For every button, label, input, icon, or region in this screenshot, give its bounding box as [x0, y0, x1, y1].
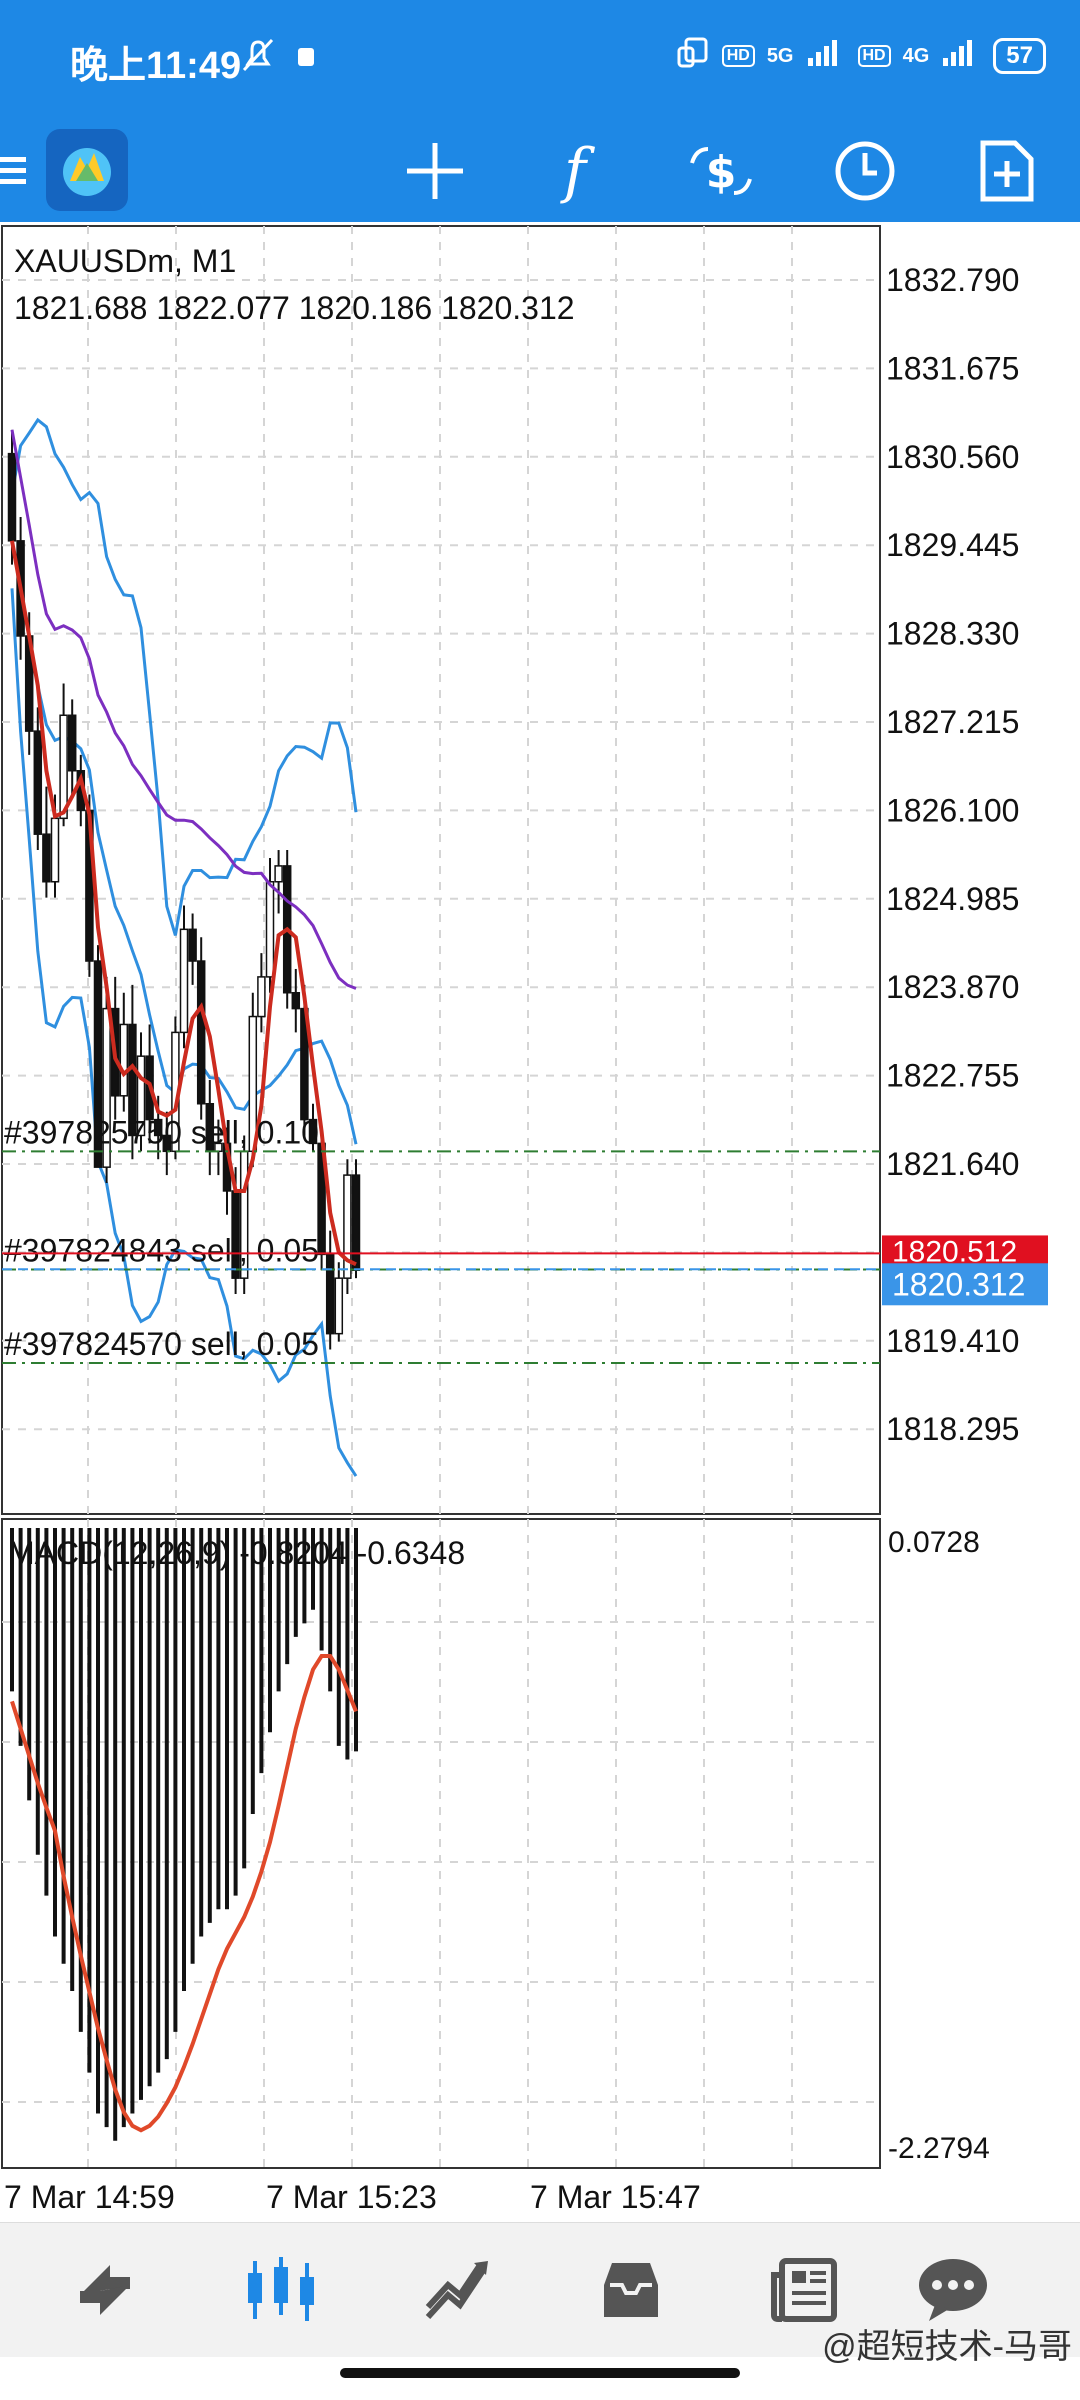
notification-icon — [298, 48, 314, 66]
price-axis-label: 1831.675 — [886, 350, 1019, 386]
candle-body — [196, 960, 206, 1105]
new-order-icon[interactable] — [972, 136, 1042, 206]
candle-body — [351, 1174, 361, 1271]
price-axis-label: 1827.215 — [886, 704, 1019, 740]
price-axis-label: 1829.445 — [886, 527, 1019, 563]
price-axis-label: 1818.295 — [886, 1411, 1019, 1447]
macd-label: MACD(12,26,9) -0.8204 -0.6348 — [8, 1535, 465, 1571]
candle-body — [265, 881, 275, 978]
home-indicator[interactable] — [340, 2368, 740, 2378]
quotes-icon[interactable] — [60, 2245, 150, 2335]
menu-icon[interactable] — [0, 136, 30, 206]
watermark-text: @超短技术-马哥 — [822, 2328, 1072, 2366]
history-icon[interactable] — [586, 2245, 676, 2335]
indicators-icon[interactable]: f — [540, 136, 610, 206]
candle-body — [325, 1253, 335, 1335]
candle-body — [33, 730, 43, 835]
bollinger-upper — [10, 417, 358, 936]
macd-panel — [10, 1528, 358, 2141]
macd-axis-top: 0.0728 — [888, 1526, 980, 1559]
status-icons: HD 5G HD 4G 57 — [676, 36, 1046, 76]
do-not-disturb-icon — [238, 36, 278, 81]
battery-icon: 57 — [993, 38, 1046, 74]
clock: 晚上11:49 — [70, 45, 242, 87]
signal-icon-2 — [941, 38, 981, 74]
price-chart[interactable]: #397825750 sell, 0.10 #397824843 sell, 0.… — [0, 222, 1080, 2222]
network-4g-label: 4G — [902, 44, 930, 67]
candle-body — [334, 1277, 344, 1335]
bottom-navigation: @超短技术-马哥 — [0, 2222, 1080, 2366]
hd-badge-2: HD — [857, 45, 891, 67]
price-axis-label: 1823.870 — [886, 969, 1019, 1005]
symbol-header: XAUUSDm, M1 — [14, 243, 236, 279]
candle-body — [274, 865, 283, 883]
chart-icon[interactable] — [236, 2245, 326, 2335]
time-axis-label: 7 Mar 14:59 — [4, 2179, 175, 2215]
candle-body — [7, 452, 17, 542]
screen-mirror-icon — [676, 36, 710, 76]
svg-text:$: $ — [706, 147, 737, 198]
crosshair-icon[interactable] — [400, 136, 470, 206]
candle-body — [50, 817, 60, 883]
candle-body — [179, 928, 189, 1034]
chart-toolbar: f $ — [0, 118, 1080, 222]
candle-body — [42, 833, 51, 883]
price-axis-label: 1828.330 — [886, 616, 1019, 652]
time-axis-label: 7 Mar 15:23 — [266, 2179, 437, 2215]
candle-body — [188, 928, 197, 962]
chart-area[interactable]: #397825750 sell, 0.10 #397824843 sell, 0.… — [0, 222, 1080, 2215]
price-axis-label: 1824.985 — [886, 881, 1019, 917]
macd-axis-bottom: -2.2794 — [888, 2132, 990, 2165]
order-label: #397824843 sell, 0.05 — [4, 1232, 319, 1268]
price-axis-label: 1826.100 — [886, 792, 1019, 828]
status-bar: 晚上11:49 HD 5G HD 4G 57 — [0, 0, 1080, 118]
mt5-logo[interactable] — [46, 129, 128, 211]
ma-red — [10, 540, 357, 1267]
candle-body — [59, 714, 68, 820]
signal-icon — [806, 38, 846, 74]
ohlc-header: 1821.688 1822.077 1820.186 1820.312 — [14, 290, 575, 326]
network-5g-label: 5G — [766, 44, 794, 67]
price-axis-label: 1821.640 — [886, 1146, 1019, 1182]
candle-body — [67, 714, 77, 772]
candle-body — [119, 1023, 129, 1097]
time-axis-label: 7 Mar 15:47 — [530, 2179, 701, 2215]
price-axis-label: 1832.790 — [886, 262, 1019, 298]
order-label: #397825750 sell, 0.10 — [4, 1114, 319, 1150]
timeframe-icon[interactable] — [830, 136, 900, 206]
trade-nav-icon[interactable] — [412, 2245, 502, 2335]
hd-badge: HD — [721, 45, 755, 67]
candle-body — [291, 991, 301, 1010]
price-axis-label: 1822.755 — [886, 1058, 1019, 1094]
order-label: #397824570 sell, 0.05 — [4, 1326, 319, 1362]
trade-icon[interactable]: $ — [686, 136, 756, 206]
price-axis-label: 1830.560 — [886, 439, 1019, 475]
current-price-label: 1820.312 — [892, 1266, 1025, 1302]
price-axis-label: 1819.410 — [886, 1323, 1019, 1359]
candle-body — [257, 976, 266, 1018]
